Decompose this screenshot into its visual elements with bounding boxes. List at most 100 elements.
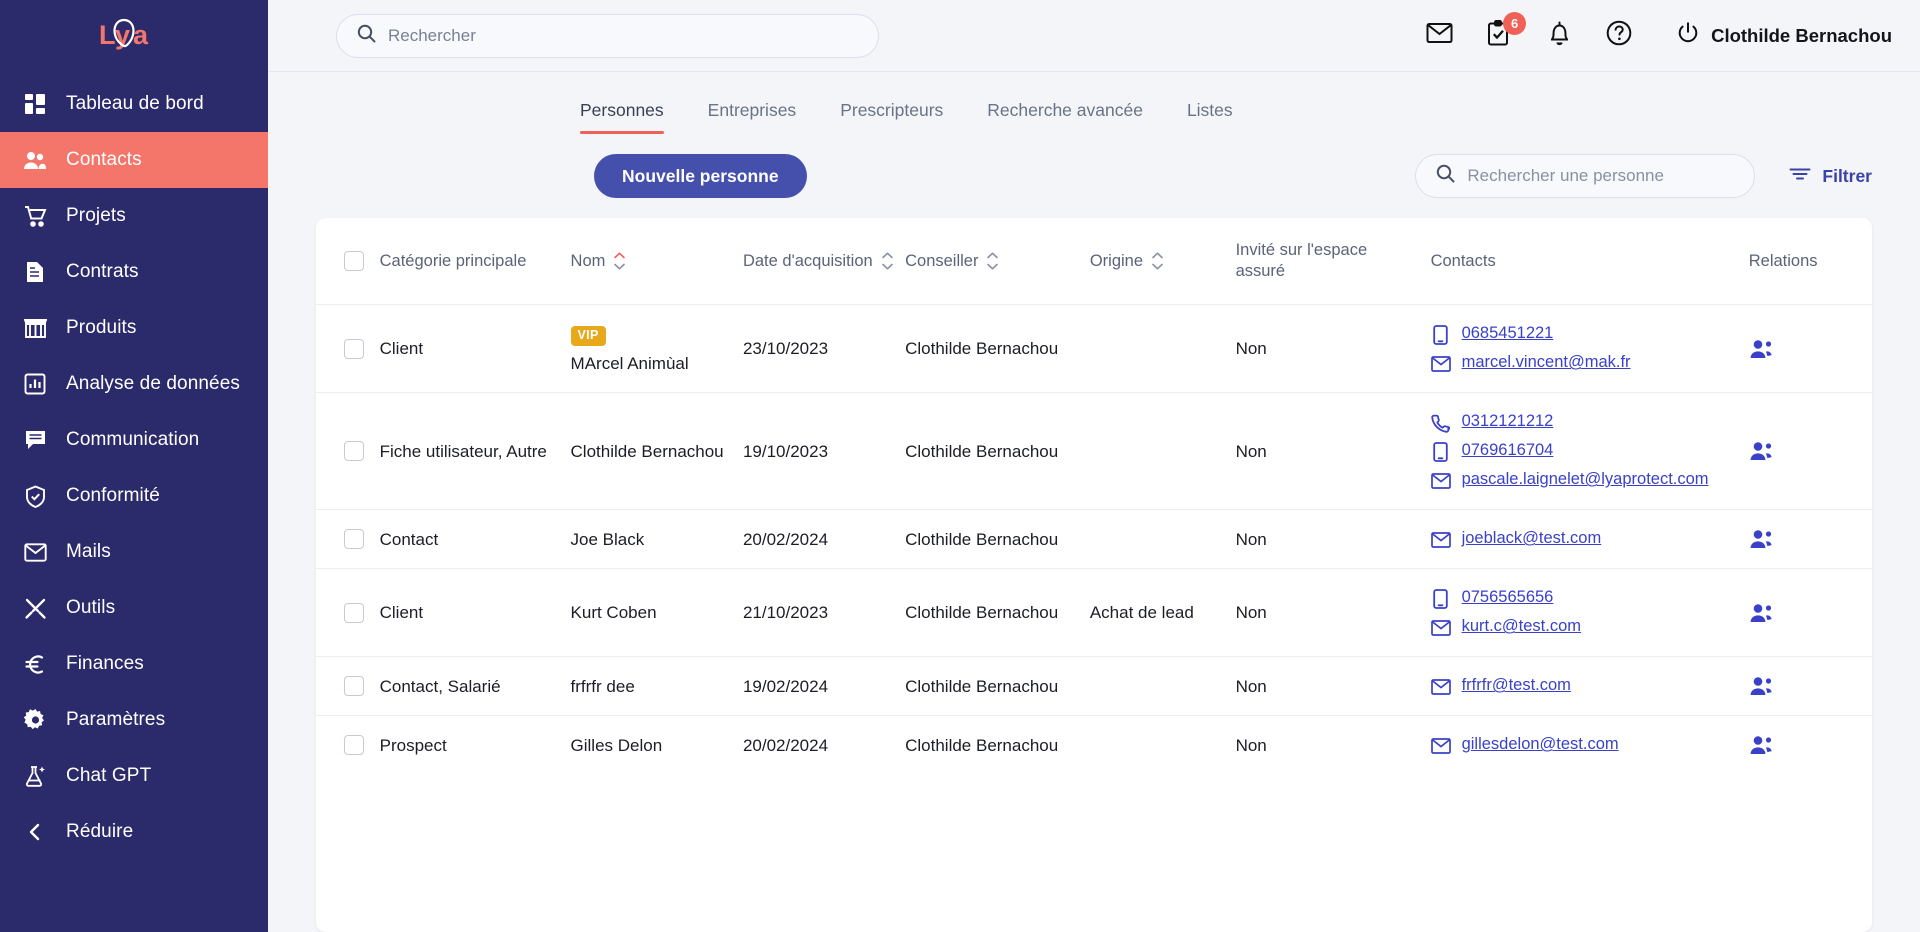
- contact-value-link[interactable]: 0769616704: [1462, 440, 1554, 462]
- tasks-icon-button[interactable]: 6: [1484, 11, 1527, 51]
- th-conseiller[interactable]: Conseiller: [905, 218, 1090, 305]
- sidebar-item-contacts[interactable]: Contacts: [0, 132, 268, 188]
- row-checkbox[interactable]: [344, 338, 364, 359]
- tab-listes[interactable]: Listes: [1165, 100, 1255, 134]
- table-scroll-area[interactable]: Catégorie principale Nom Date d'acquisit…: [268, 218, 1920, 932]
- relations-icon[interactable]: [1749, 675, 1862, 697]
- cell-nom: Gilles Delon: [571, 716, 743, 775]
- sidebar-item-communication[interactable]: Communication: [0, 412, 268, 468]
- sidebar-nav: Tableau de bord Contacts Projets Contrat…: [0, 68, 268, 860]
- sidebar-item-contrats[interactable]: Contrats: [0, 244, 268, 300]
- table-row[interactable]: Fiche utilisateur, Autre Clothilde Bernac…: [316, 393, 1872, 510]
- row-checkbox[interactable]: [344, 529, 364, 550]
- contact-list: frfrfr@test.com: [1430, 675, 1739, 697]
- contact-line: marcel.vincent@mak.fr: [1430, 352, 1739, 374]
- th-date-acquisition[interactable]: Date d'acquisition: [743, 218, 905, 305]
- contact-value-link[interactable]: frfrfr@test.com: [1462, 675, 1571, 697]
- header-icon-group: 6: [1424, 11, 1634, 51]
- tab-entreprises[interactable]: Entreprises: [686, 100, 819, 134]
- sidebar-item-mails[interactable]: Mails: [0, 524, 268, 580]
- sort-nom-icon[interactable]: [614, 252, 626, 270]
- th-origine[interactable]: Origine: [1090, 218, 1236, 305]
- sidebar-item-conformite[interactable]: Conformité: [0, 468, 268, 524]
- cell-relations: [1749, 569, 1872, 657]
- mail-icon: [22, 539, 48, 565]
- relations-icon[interactable]: [1749, 440, 1862, 462]
- sidebar-item-finances[interactable]: Finances: [0, 636, 268, 692]
- contact-value-link[interactable]: 0756565656: [1462, 587, 1554, 609]
- global-search-input[interactable]: [388, 25, 858, 46]
- contact-value-link[interactable]: gillesdelon@test.com: [1462, 734, 1619, 756]
- user-menu[interactable]: Clothilde Bernachou: [1676, 21, 1892, 50]
- tab-prescripteurs[interactable]: Prescripteurs: [818, 100, 965, 134]
- cell-conseiller: Clothilde Bernachou: [905, 735, 1059, 755]
- relations-icon[interactable]: [1749, 338, 1862, 360]
- row-checkbox[interactable]: [344, 735, 364, 756]
- tab-personnes[interactable]: Personnes: [558, 100, 686, 134]
- sidebar-item-reduire[interactable]: Réduire: [0, 804, 268, 860]
- chevron-left-icon: [22, 819, 48, 845]
- contact-value-link[interactable]: joeblack@test.com: [1462, 528, 1602, 550]
- sidebar-item-tableau-de-bord[interactable]: Tableau de bord: [0, 76, 268, 132]
- cell-origine: [1090, 716, 1236, 775]
- sidebar-item-label: Tableau de bord: [66, 93, 204, 114]
- table-row[interactable]: Prospect Gilles Delon 20/02/2024 Clothilde …: [316, 716, 1872, 775]
- table-row[interactable]: Client Kurt Coben 21/10/2023 Clothilde Bern…: [316, 569, 1872, 657]
- table-row[interactable]: Client VIP MArcel Animùal 23/10/2023 Clothil…: [316, 305, 1872, 393]
- sidebar-item-analyse-de-donnees[interactable]: Analyse de données: [0, 356, 268, 412]
- contact-value-link[interactable]: pascale.laignelet@lyaprotect.com: [1462, 469, 1709, 491]
- contact-list: 0685451221 marcel.vincent@mak.fr: [1430, 323, 1739, 374]
- contact-line: 0312121212: [1431, 411, 1739, 433]
- sort-origine-icon[interactable]: [1152, 252, 1163, 270]
- global-search-box[interactable]: [336, 13, 879, 58]
- sidebar-item-parametres[interactable]: Paramètres: [0, 692, 268, 748]
- new-person-button[interactable]: Nouvelle personne: [594, 154, 807, 198]
- contact-value-link[interactable]: kurt.c@test.com: [1462, 616, 1581, 638]
- cell-nom: frfrfr dee: [571, 657, 743, 716]
- cell-categorie: Contact: [379, 529, 439, 549]
- mail-icon-button[interactable]: [1424, 21, 1454, 51]
- email-icon: [1430, 677, 1451, 697]
- sort-date-icon[interactable]: [881, 252, 893, 270]
- cell-invite: Non: [1235, 441, 1267, 461]
- sidebar-item-label: Paramètres: [66, 709, 166, 730]
- contact-value-link[interactable]: marcel.vincent@mak.fr: [1462, 352, 1631, 374]
- dashboard-icon: [22, 91, 48, 117]
- th-nom[interactable]: Nom: [571, 218, 743, 305]
- person-search-input[interactable]: [1467, 166, 1735, 186]
- contact-value-link[interactable]: 0685451221: [1462, 323, 1554, 345]
- chart-icon: [22, 371, 48, 397]
- email-icon: [1430, 618, 1451, 638]
- relations-icon[interactable]: [1749, 734, 1862, 756]
- app-logo[interactable]: L y a: [0, 0, 268, 68]
- table-row[interactable]: Contact Joe Black 20/02/2024 Clothilde Bern…: [316, 510, 1872, 569]
- row-checkbox[interactable]: [344, 441, 364, 462]
- row-checkbox[interactable]: [344, 602, 364, 623]
- sidebar-item-produits[interactable]: Produits: [0, 300, 268, 356]
- sidebar-item-chat-gpt[interactable]: Chat GPT: [0, 748, 268, 804]
- row-checkbox[interactable]: [344, 676, 364, 697]
- person-name: Gilles Delon: [570, 735, 663, 755]
- contact-value-link[interactable]: 0312121212: [1462, 411, 1554, 433]
- notifications-button[interactable]: [1544, 21, 1574, 51]
- user-name: Clothilde Bernachou: [1711, 24, 1892, 46]
- person-search-box[interactable]: [1415, 154, 1756, 198]
- sidebar-item-outils[interactable]: Outils: [0, 580, 268, 636]
- person-name: MArcel Animùal: [570, 353, 689, 373]
- select-all-checkbox[interactable]: [344, 251, 364, 272]
- filter-button[interactable]: Filtrer: [1789, 166, 1872, 187]
- phone-icon: [1431, 413, 1451, 433]
- table-row[interactable]: Contact, Salarié frfrfr dee 19/02/2024 Clot…: [316, 657, 1872, 716]
- cell-invite: Non: [1235, 735, 1267, 755]
- main-area: 6 Clothilde Bernachou: [268, 0, 1920, 932]
- tab-recherche-avancee[interactable]: Recherche avancée: [965, 100, 1165, 134]
- sort-conseiller-icon[interactable]: [987, 252, 999, 270]
- relations-icon[interactable]: [1749, 528, 1862, 550]
- sidebar-item-label: Communication: [66, 429, 200, 450]
- cell-invite: Non: [1235, 529, 1267, 549]
- sidebar-item-projets[interactable]: Projets: [0, 188, 268, 244]
- relations-icon[interactable]: [1749, 602, 1862, 624]
- lya-logo-icon: L y a: [97, 12, 171, 56]
- help-button[interactable]: [1604, 20, 1634, 51]
- row-select-cell: [316, 716, 380, 775]
